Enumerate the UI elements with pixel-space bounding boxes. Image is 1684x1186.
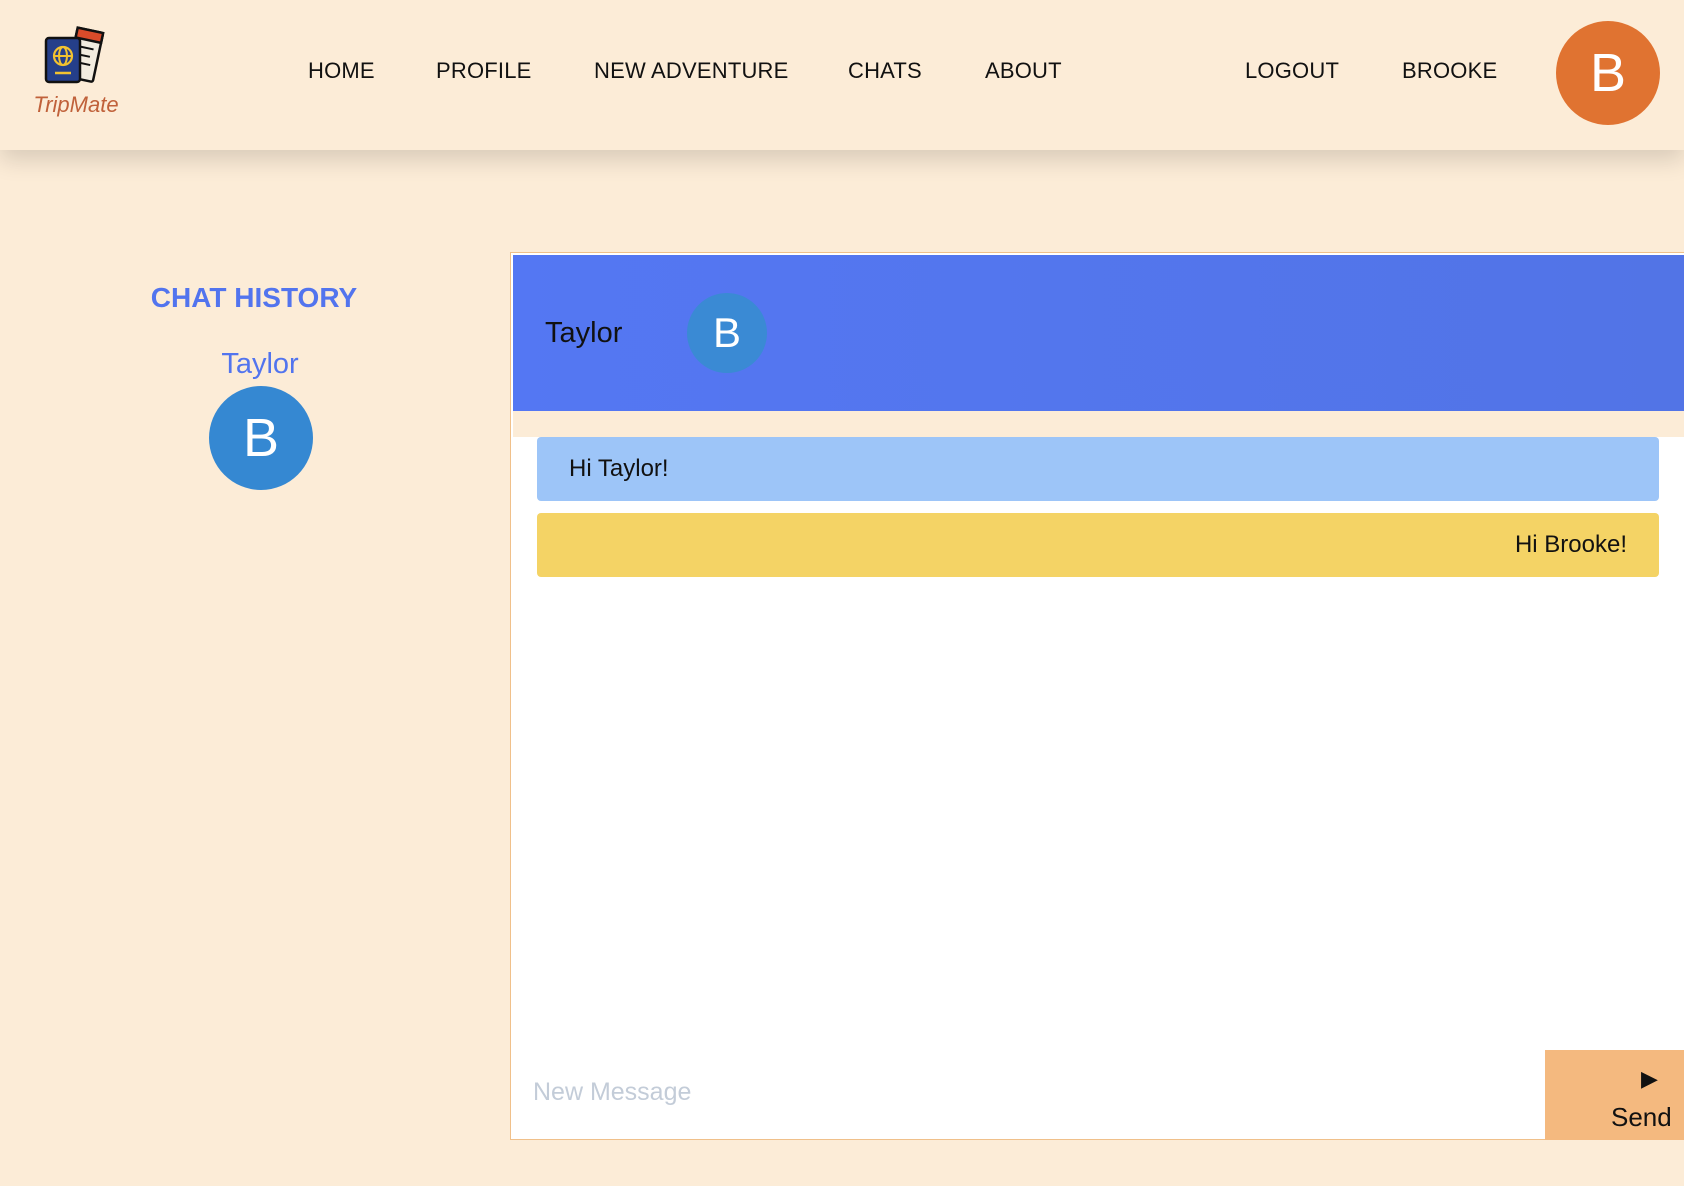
nav-home[interactable]: HOME xyxy=(308,58,375,84)
avatar: B xyxy=(209,386,313,490)
send-label: Send xyxy=(1611,1102,1672,1132)
chat-partner-name: Taylor xyxy=(545,317,623,349)
chat-history-item-taylor[interactable]: Taylor B xyxy=(200,348,320,492)
nav-user-name[interactable]: BROOKE xyxy=(1402,58,1497,84)
new-message-input[interactable] xyxy=(531,1071,1435,1113)
play-triangle-icon: ▶ xyxy=(1641,1066,1658,1091)
header-divider xyxy=(513,411,1684,437)
send-button[interactable]: ▶ Send xyxy=(1545,1050,1684,1140)
user-avatar[interactable]: B xyxy=(1556,21,1660,125)
message-outgoing: Hi Brooke! xyxy=(537,513,1659,577)
top-navbar: TripMate HOME PROFILE NEW ADVENTURE CHAT… xyxy=(0,0,1684,150)
chat-header: Taylor B xyxy=(513,255,1684,411)
chat-history-title: CHAT HISTORY xyxy=(150,282,358,313)
message-incoming: Hi Taylor! xyxy=(537,437,1659,501)
chat-history-item-name: Taylor xyxy=(221,348,299,380)
nav-about[interactable]: ABOUT xyxy=(985,58,1062,84)
logo-text: TripMate xyxy=(33,92,119,117)
chat-partner-avatar: B xyxy=(687,293,767,373)
nav-new-adventure[interactable]: NEW ADVENTURE xyxy=(594,58,789,84)
logo[interactable]: TripMate xyxy=(22,22,126,122)
nav-logout[interactable]: LOGOUT xyxy=(1245,58,1339,84)
nav-profile[interactable]: PROFILE xyxy=(436,58,532,84)
nav-chats[interactable]: CHATS xyxy=(848,58,922,84)
passport-icon xyxy=(44,26,105,84)
chat-panel: Taylor B Hi Taylor! Hi Brooke! ▶ Send xyxy=(510,252,1684,1140)
